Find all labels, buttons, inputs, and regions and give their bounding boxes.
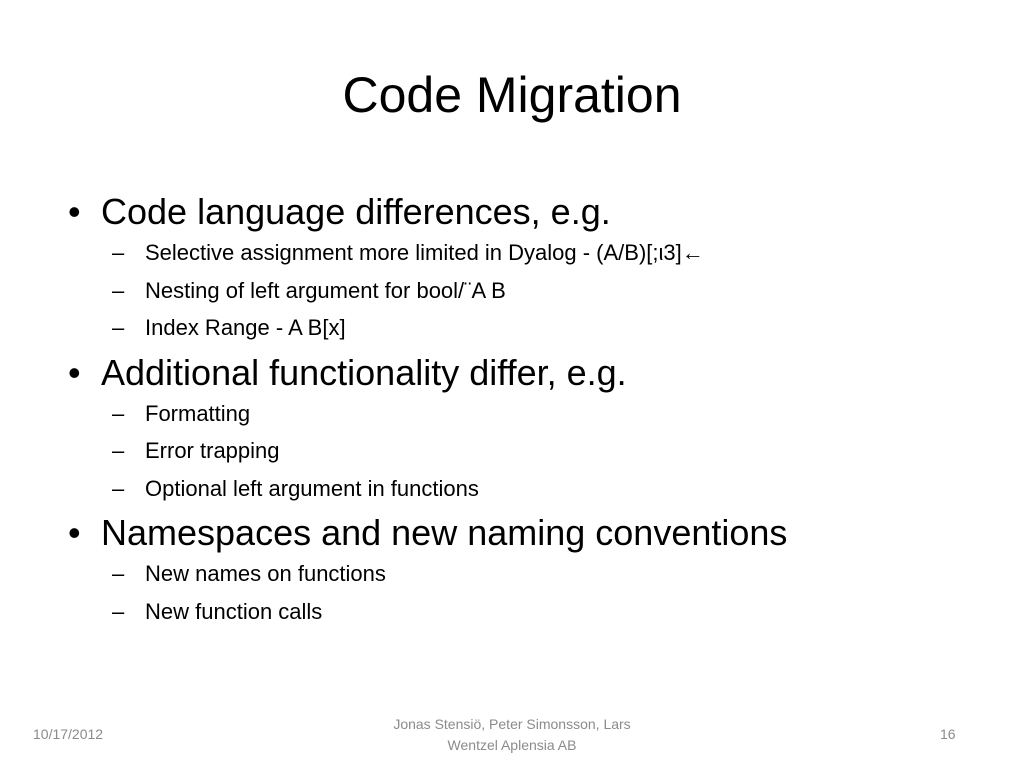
sub-bullet-item: – Formatting bbox=[60, 395, 960, 433]
bullet-icon: • bbox=[68, 351, 81, 393]
bullet-icon: • bbox=[68, 512, 81, 553]
bullet-item: • Additional functionality differ, e.g. bbox=[68, 351, 627, 393]
bullet-item: • Code language differences, e.g. bbox=[68, 191, 611, 232]
sub-bullet-item: – Error trapping bbox=[60, 432, 960, 470]
dash-icon: – bbox=[112, 475, 125, 501]
slide-title: Code Migration bbox=[342, 67, 682, 123]
sub-bullet-item: – Index Range - A B[x] bbox=[60, 309, 960, 347]
dash-icon: – bbox=[112, 277, 125, 303]
dash-icon: – bbox=[112, 438, 125, 463]
dash-icon: – bbox=[112, 400, 125, 426]
footer-page-number: 16 bbox=[940, 726, 956, 742]
dash-icon: – bbox=[112, 561, 125, 586]
sub-bullet-item: – Selective assignment more limited in Dy… bbox=[60, 234, 960, 272]
bullet-item: • Namespaces and new naming conventions bbox=[68, 512, 788, 553]
sub-bullet-item: – New names on functions bbox=[60, 555, 960, 593]
footer-date: 10/17/2012 bbox=[33, 726, 104, 742]
bullet-icon: • bbox=[68, 191, 81, 232]
sub-bullet-item: – Nesting of left argument for bool/¨A B bbox=[60, 272, 960, 310]
dash-icon: – bbox=[112, 240, 125, 265]
bullet-list: • Code language differences, e.g. – Select… bbox=[60, 186, 960, 630]
dash-icon: – bbox=[112, 598, 125, 624]
sub-bullet-item: – New function calls bbox=[60, 593, 960, 631]
sub-bullet-item: – Optional left argument in functions bbox=[60, 470, 960, 508]
dash-icon: – bbox=[112, 315, 125, 340]
footer-authors: Jonas Stensiö, Peter Simonsson, Lars Wen… bbox=[393, 716, 631, 753]
